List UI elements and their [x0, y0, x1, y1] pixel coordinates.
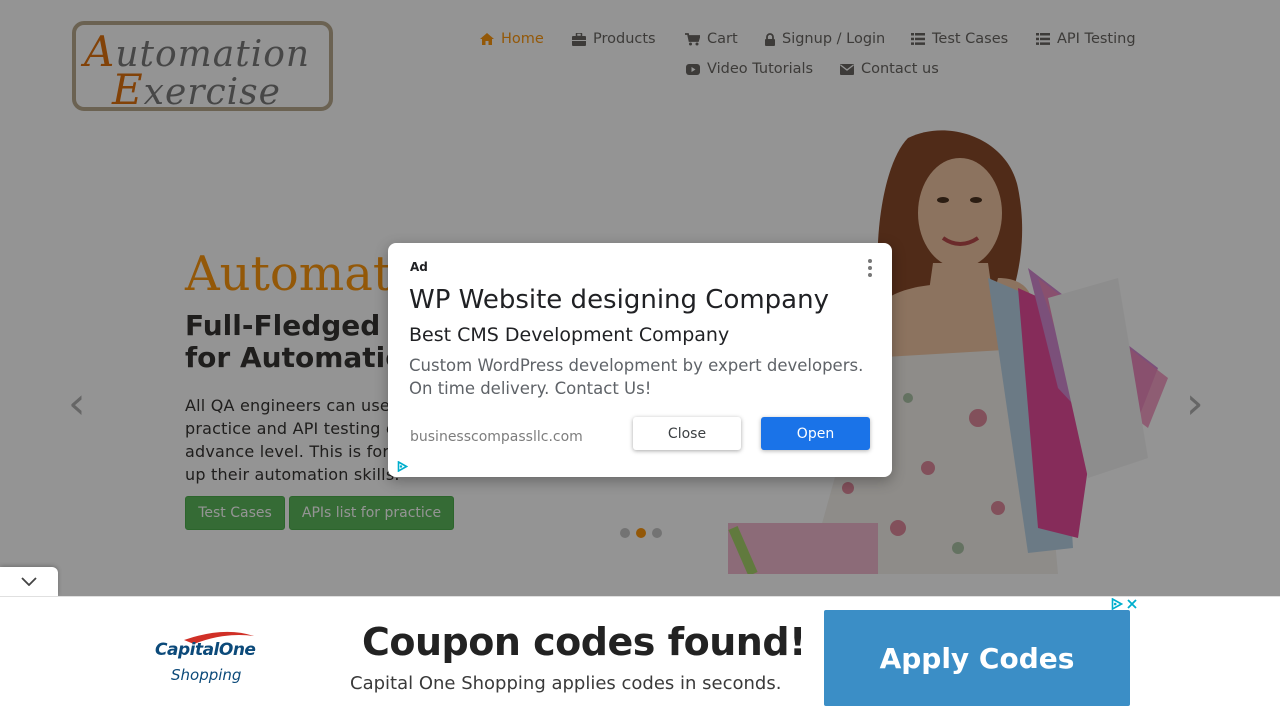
adchoices-icon[interactable]	[397, 461, 408, 472]
ad-title[interactable]: WP Website designing Company	[409, 285, 829, 315]
ad-description: Custom WordPress development by expert d…	[409, 356, 864, 398]
brand-subname: Shopping	[171, 666, 242, 684]
banner-headline: Coupon codes found!	[362, 620, 806, 664]
chevron-down-icon	[21, 577, 37, 586]
close-icon[interactable]	[1127, 599, 1137, 609]
ad-close-button[interactable]: Close	[633, 417, 741, 450]
banner-subline: Capital One Shopping applies codes in se…	[350, 673, 782, 694]
collapse-ad-tab[interactable]	[0, 567, 58, 596]
interstitial-ad-modal: Ad WP Website designing Company Best CMS…	[388, 243, 892, 477]
ad-open-button[interactable]: Open	[761, 417, 870, 450]
apply-codes-button[interactable]: Apply Codes	[824, 610, 1130, 706]
more-options-icon[interactable]	[866, 259, 874, 277]
banner-ad-controls	[1111, 598, 1137, 610]
adchoices-icon[interactable]	[1111, 598, 1123, 610]
brand-name: CapitalOne	[155, 640, 256, 660]
ad-label: Ad	[410, 260, 428, 274]
ad-subtitle: Best CMS Development Company	[409, 324, 730, 346]
ad-url[interactable]: businesscompassllc.com	[410, 429, 583, 445]
